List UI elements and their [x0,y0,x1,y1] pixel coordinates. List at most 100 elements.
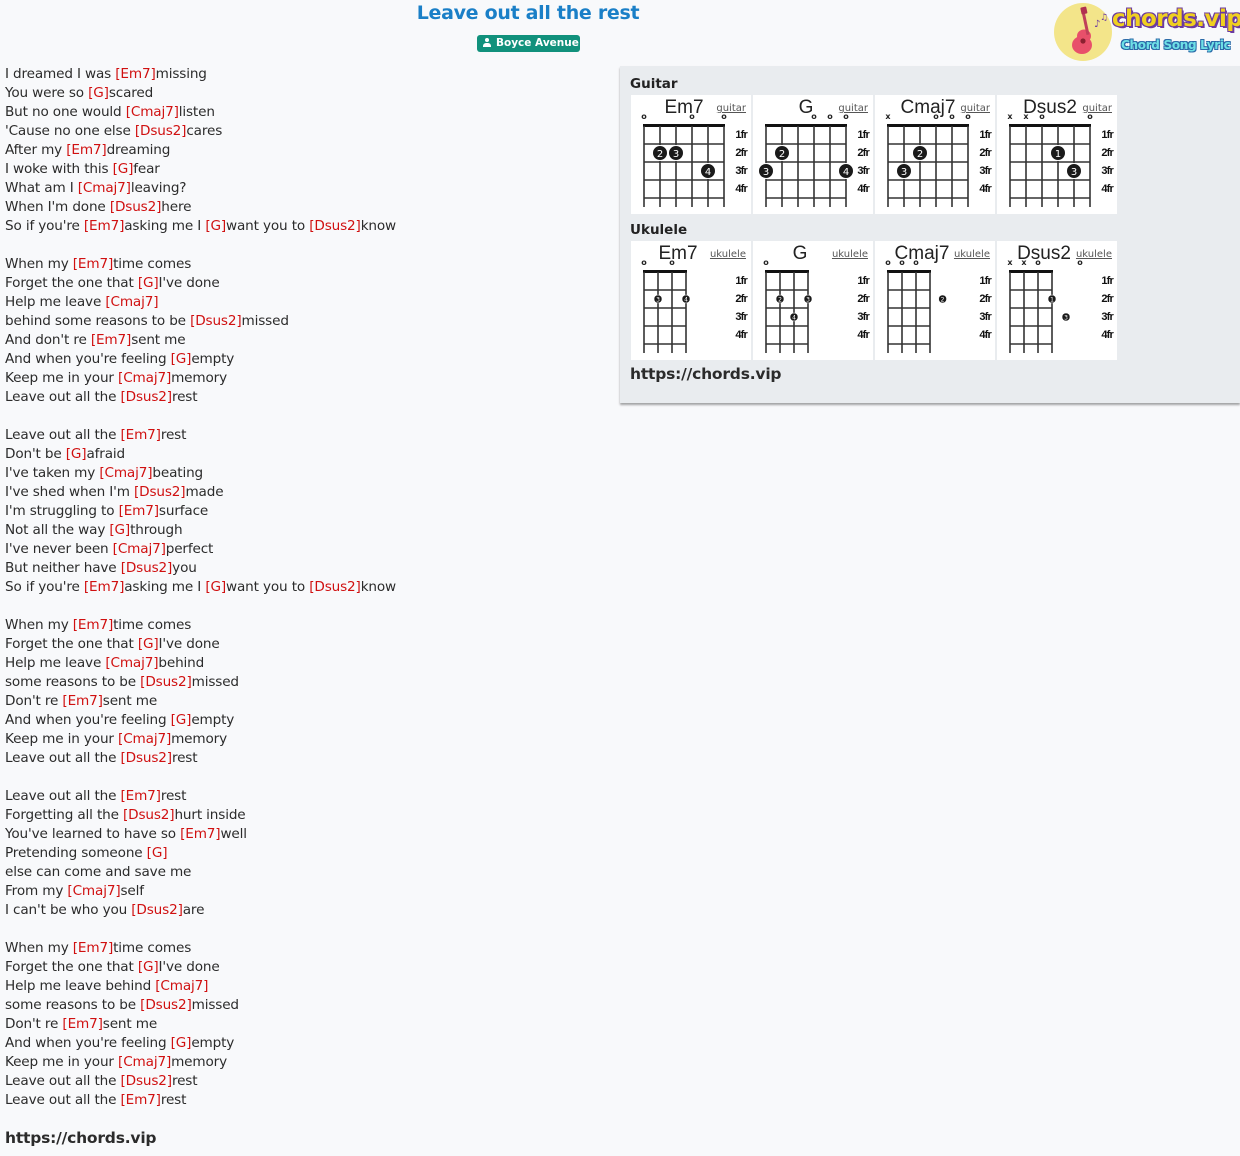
chord-link[interactable]: [G] [171,712,192,728]
instrument-link[interactable]: ukulele [954,249,990,260]
lyric-text: Leave out all the [5,427,121,443]
chord-diagram: Em7 ukulele o o 1fr 2fr 3fr 4fr 3 4 [641,243,749,353]
chord-link[interactable]: [Dsus2] [120,389,172,405]
finger-number: 3 [1064,315,1068,322]
chord-link[interactable]: [Em7] [119,503,159,519]
chord-link[interactable]: [Em7] [73,256,113,272]
chord-link[interactable]: [Dsus2] [309,579,361,595]
chord-link[interactable]: [Em7] [73,940,113,956]
chord-link[interactable]: [G] [113,161,134,177]
chord-link[interactable]: [Em7] [62,1016,102,1032]
chord-link[interactable]: [G] [205,579,226,595]
chord-link[interactable]: [G] [109,522,130,538]
open-string-marker: o [669,258,675,267]
chord-link[interactable]: [Dsus2] [190,313,242,329]
lyric-text: sent me [131,332,186,348]
open-string-marker: o [811,112,817,121]
lyric-text: I've never been [5,541,113,557]
fret-label: 2fr [1101,147,1114,159]
lyric-text: I've taken my [5,465,100,481]
chord-link[interactable]: [Dsus2] [140,674,192,690]
muted-string-marker: x [885,112,891,121]
ukulele-chord-card[interactable]: Em7 ukulele o o 1fr 2fr 3fr 4fr 3 4 [631,241,751,360]
instrument-link[interactable]: ukulele [832,249,868,260]
chord-link[interactable]: [G] [88,85,109,101]
finger-number: 3 [673,149,679,160]
lyric-text: behind some reasons to be [5,313,191,329]
lyric-text: Leave out all the [5,788,121,804]
finger-number: 3 [806,297,810,304]
lyric-line: Leave out all the [Dsus2]rest [5,388,605,407]
muted-string-marker: x [1023,112,1029,121]
lyric-text: And when you're feeling [5,351,171,367]
lyric-text: And when you're feeling [5,712,171,728]
chord-link[interactable]: [Cmaj7] [113,541,166,557]
ukulele-chord-card[interactable]: Gukulele o 1fr 2fr 3fr 4fr 2 3 4 [753,241,873,360]
lyric-text: rest [171,750,198,766]
chord-link[interactable]: [G] [138,636,159,652]
chord-link[interactable]: [G] [138,275,159,291]
chord-link[interactable]: [Dsus2] [134,484,186,500]
lyric-text: time comes [113,940,192,956]
chord-link[interactable]: [Em7] [115,66,155,82]
chord-link[interactable]: [Cmaj7] [118,731,171,747]
chord-link[interactable]: [Dsus2] [135,123,187,139]
chord-link[interactable]: [Dsus2] [140,997,192,1013]
chord-link[interactable]: [Cmaj7] [78,180,131,196]
chord-link[interactable]: [G] [66,446,87,462]
instrument-link[interactable]: ukulele [710,249,746,260]
fret-label: 2fr [735,293,748,305]
fret-label: 3fr [979,311,992,323]
chord-link[interactable]: [Cmaj7] [118,370,171,386]
chord-link[interactable]: [Em7] [84,218,124,234]
chord-link[interactable]: [Dsus2] [120,1073,172,1089]
chord-link[interactable]: [Em7] [66,142,106,158]
ukulele-chord-card[interactable]: Dsus2 ukulele x x o o 1fr 2fr 3fr 4fr 1 3 [997,241,1117,360]
chord-link[interactable]: [Em7] [120,788,160,804]
chord-link[interactable]: [G] [205,218,226,234]
chord-link[interactable]: [Dsus2] [309,218,361,234]
chord-link[interactable]: [Cmaj7] [105,294,158,310]
chord-link[interactable]: [G] [147,845,168,861]
chord-link[interactable]: [Em7] [120,1092,160,1108]
chord-link[interactable]: [Em7] [62,693,102,709]
lyric-text: know [360,218,397,234]
chord-link[interactable]: [G] [171,1035,192,1051]
guitar-chord-card[interactable]: Em7 guitar o o o 1fr 2fr 3fr 4fr 2 3 4 [631,95,751,214]
chord-link[interactable]: [Em7] [84,579,124,595]
chord-link[interactable]: [Em7] [91,332,131,348]
chord-link[interactable]: [Dsus2] [120,750,172,766]
chord-link[interactable]: [Em7] [180,826,220,842]
lyric-text: Forgetting all the [5,807,123,823]
panel-url[interactable]: https://chords.vip [630,365,782,383]
chord-link[interactable]: [Cmaj7] [99,465,152,481]
chord-link[interactable]: [Cmaj7] [126,104,179,120]
chord-link[interactable]: [Em7] [73,617,113,633]
guitar-chord-card[interactable]: Cmaj7 guitar x o o o 1fr 2fr 3fr 4fr 2 3 [875,95,995,214]
chord-link[interactable]: [Cmaj7] [155,978,208,994]
artist-badge[interactable]: Boyce Avenue [477,35,580,52]
lyric-text: Leave out all the [5,389,121,405]
site-logo[interactable]: ♪ ♫ chords.vip Chord Song Lyric [1054,3,1240,63]
fret-label: 3fr [979,165,992,177]
lyric-text: you [172,560,197,576]
chord-link[interactable]: [Dsus2] [123,807,175,823]
footer-url[interactable]: https://chords.vip [5,1128,605,1148]
chord-link[interactable]: [Cmaj7] [67,883,120,899]
chord-link[interactable]: [Em7] [120,427,160,443]
chord-link[interactable]: [Dsus2] [110,199,162,215]
chord-link[interactable]: [G] [171,351,192,367]
guitar-chord-card[interactable]: Dsus2 guitar x x o o 1fr 2fr 3fr 4fr 1 3 [997,95,1117,214]
lyric-text: Pretending someone [5,845,147,861]
ukulele-chord-card[interactable]: Cmaj7 ukulele o o o 1fr 2fr 3fr 4fr 2 [875,241,995,360]
chord-link[interactable]: [G] [138,959,159,975]
chord-link[interactable]: [Cmaj7] [118,1054,171,1070]
guitar-chord-card[interactable]: Gguitar o o o 1fr 2fr 3fr 4fr 2 3 4 [753,95,873,214]
chord-link[interactable]: [Cmaj7] [105,655,158,671]
chord-link[interactable]: [Dsus2] [121,560,173,576]
lyrics-sheet: I dreamed I was [Em7]missing You were so … [5,65,605,1148]
lyric-line: Forget the one that [G]I've done [5,635,605,654]
chord-link[interactable]: [Dsus2] [131,902,183,918]
